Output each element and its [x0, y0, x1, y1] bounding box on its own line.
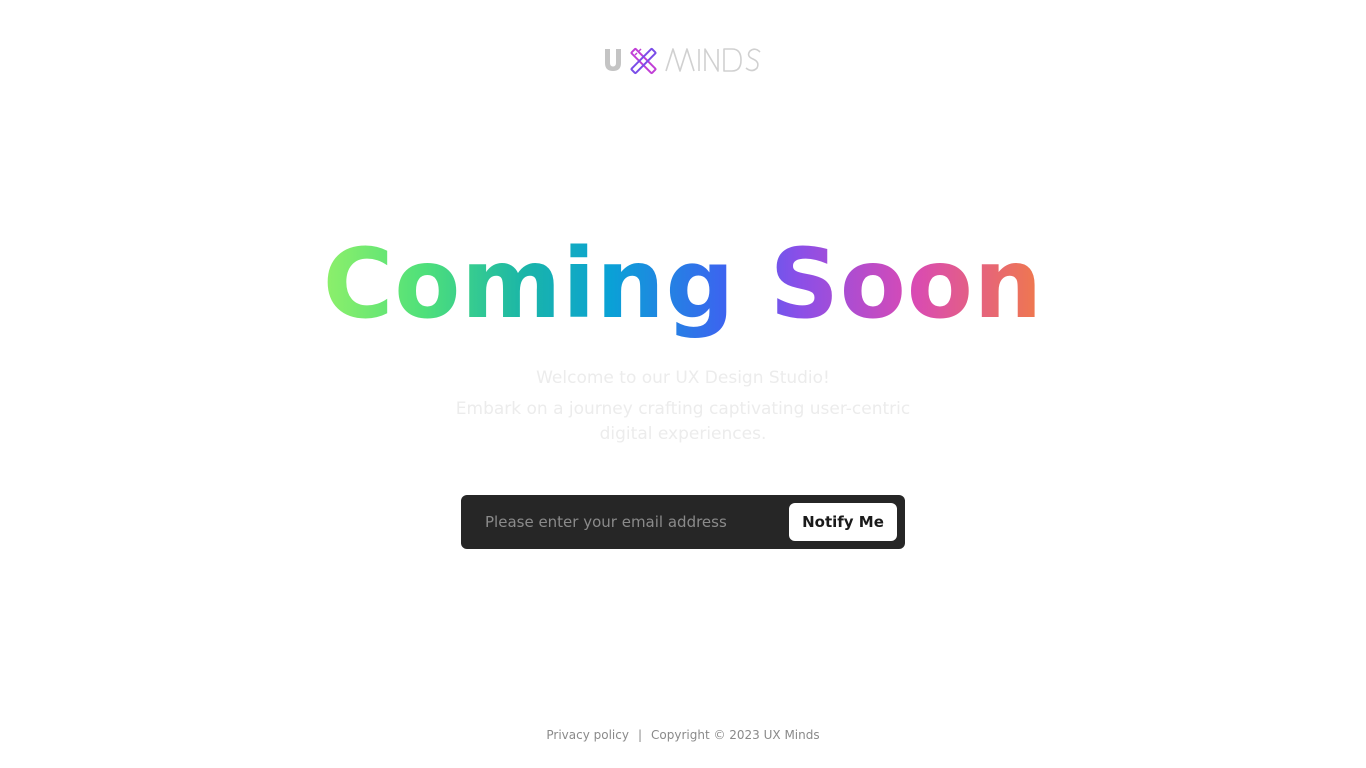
footer: Privacy policy | Copyright © 2023 UX Minds [0, 726, 1366, 744]
description-line-2: digital experiences. [599, 424, 767, 444]
pencil-ruler-cross-icon [630, 48, 657, 74]
copyright-text: Copyright © 2023 UX Minds [651, 728, 820, 742]
ux-minds-logo[interactable] [600, 44, 766, 76]
welcome-text: Welcome to our UX Design Studio! [536, 368, 830, 388]
description-line-1: Embark on a journey crafting captivating… [455, 399, 911, 419]
logo-mark [605, 48, 761, 74]
coming-soon-page: Coming Soon Welcome to our UX Design Stu… [0, 0, 1366, 768]
email-input[interactable] [485, 503, 775, 541]
headline-text: Coming Soon [322, 228, 1044, 340]
privacy-policy-link[interactable]: Privacy policy [546, 728, 629, 742]
notify-me-button[interactable]: Notify Me [789, 503, 897, 541]
coming-soon-heading: Coming Soon [0, 224, 1366, 344]
description-text: Embark on a journey crafting captivating… [0, 397, 1366, 447]
footer-separator: | [637, 728, 643, 742]
notify-form: Notify Me [461, 495, 905, 549]
